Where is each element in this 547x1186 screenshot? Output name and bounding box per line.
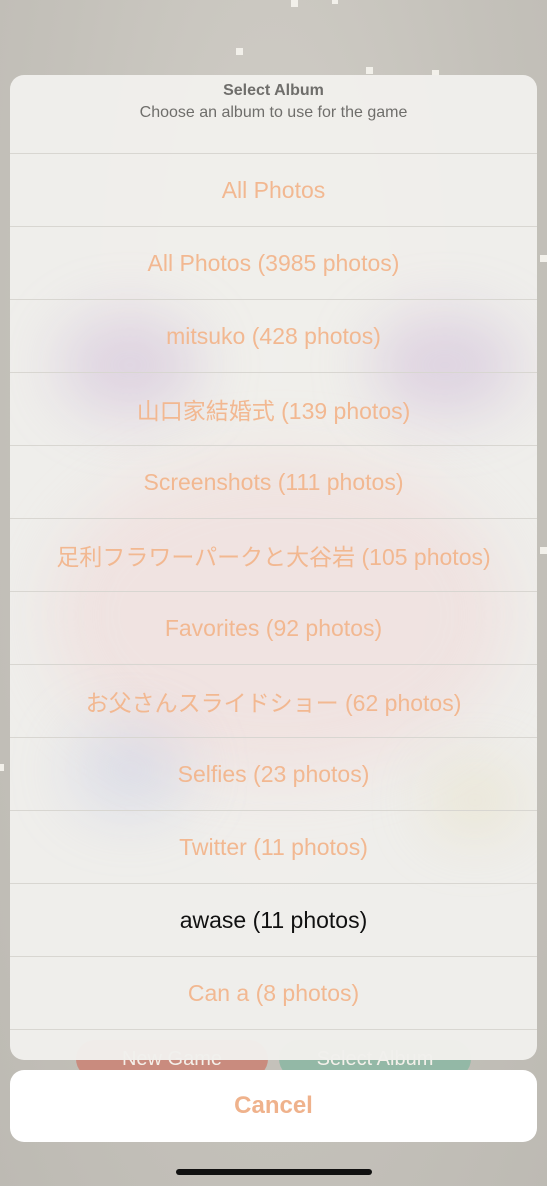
album-option-slideshow[interactable]: お父さんスライドショー (62 photos) [10,665,537,738]
album-option-favorites[interactable]: Favorites (92 photos) [10,592,537,665]
album-list: All Photos All Photos (3985 photos) mits… [10,154,537,1030]
sparkle-dot [0,764,4,771]
album-option-selfies[interactable]: Selfies (23 photos) [10,738,537,811]
album-option-flower-park[interactable]: 足利フラワーパークと大谷岩 (105 photos) [10,519,537,592]
album-option-can-a[interactable]: Can a (8 photos) [10,957,537,1030]
sparkle-dot [332,0,338,4]
sparkle-dot [540,547,547,554]
album-option-screenshots[interactable]: Screenshots (111 photos) [10,446,537,519]
sheet-subtitle: Choose an album to use for the game [139,104,408,121]
cancel-button[interactable]: Cancel [10,1070,537,1142]
album-option-awase-selected[interactable]: awase (11 photos) [10,884,537,957]
album-option-all-photos-count[interactable]: All Photos (3985 photos) [10,227,537,300]
sparkle-dot [291,0,298,7]
album-option-all-photos[interactable]: All Photos [10,154,537,227]
album-option-twitter[interactable]: Twitter (11 photos) [10,811,537,884]
album-action-sheet: Select Album Choose an album to use for … [10,75,537,1060]
sparkle-dot [540,255,547,262]
sparkle-dot [236,48,243,55]
home-indicator[interactable] [176,1169,372,1175]
cancel-label: Cancel [234,1092,313,1119]
album-option-wedding[interactable]: 山口家結婚式 (139 photos) [10,373,537,446]
sheet-title: Select Album [223,82,324,99]
sheet-header: Select Album Choose an album to use for … [10,75,537,154]
album-option-mitsuko[interactable]: mitsuko (428 photos) [10,300,537,373]
sparkle-dot [366,67,373,74]
